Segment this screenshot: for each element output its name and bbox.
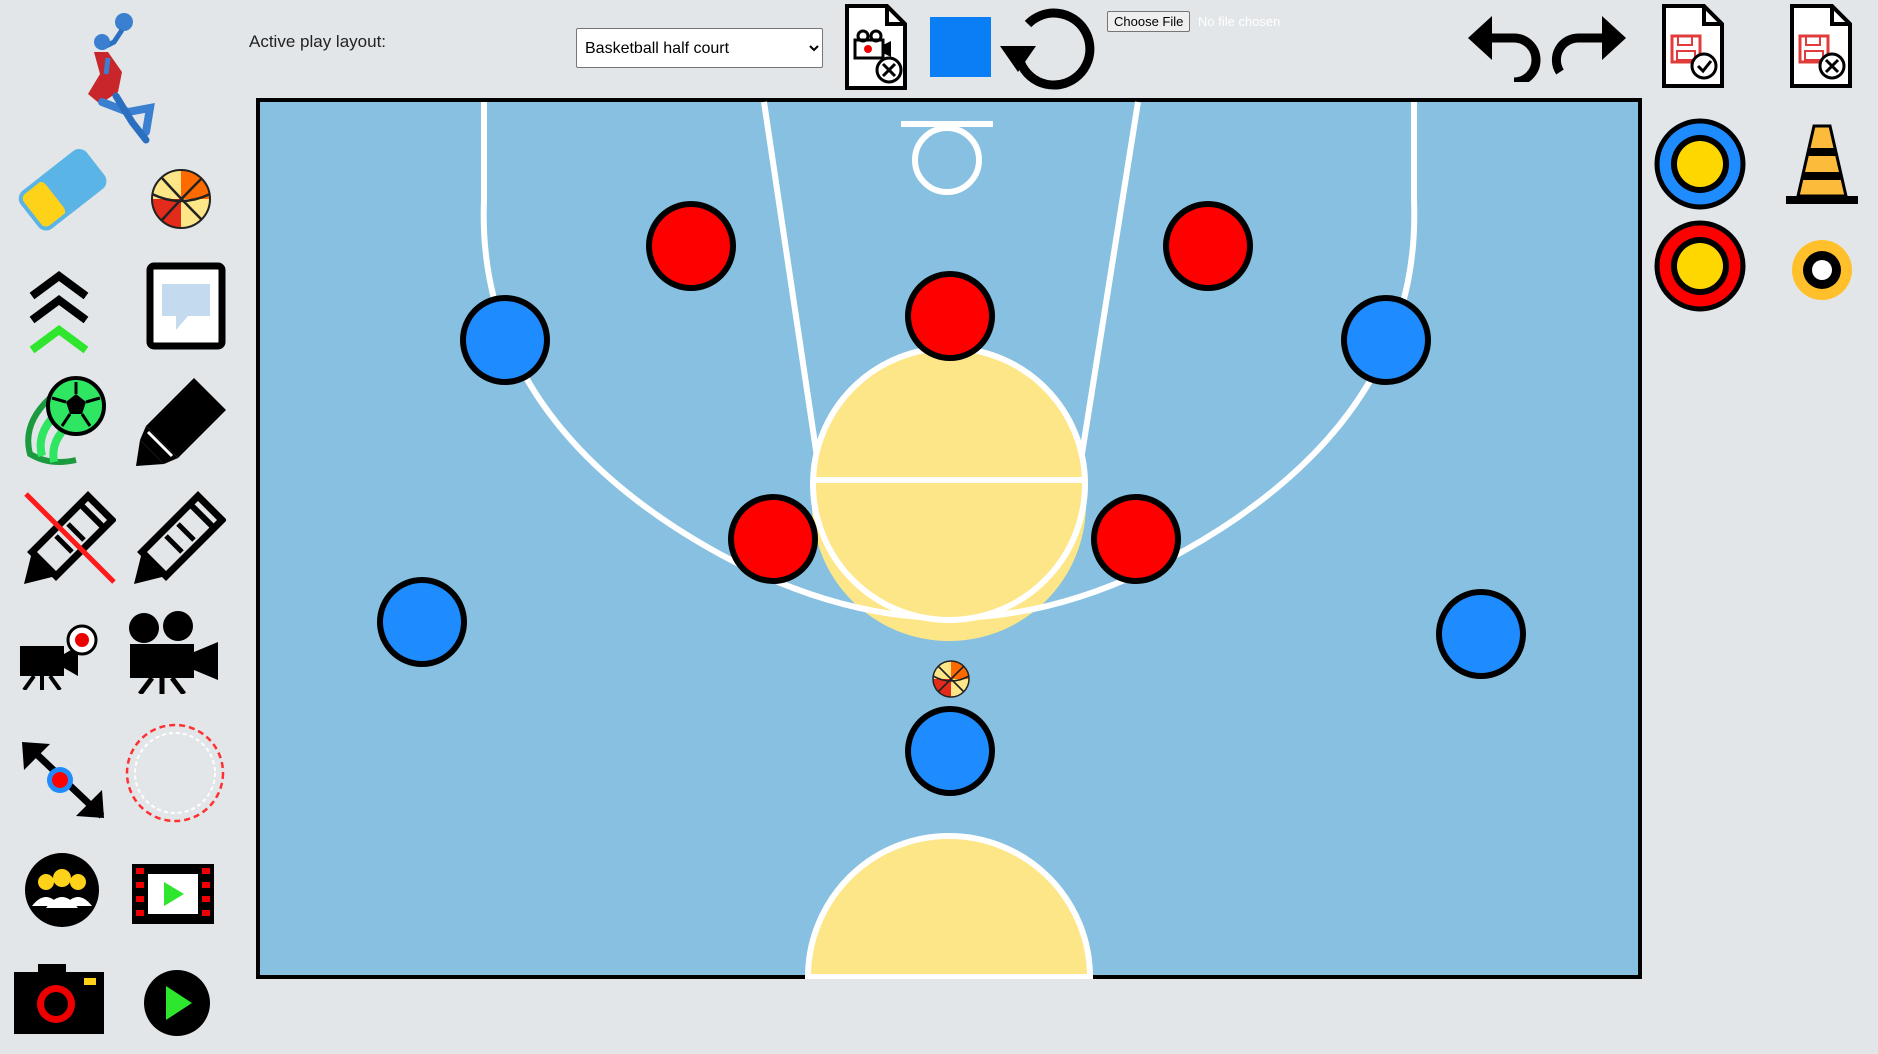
blue-player-token-icon xyxy=(1654,118,1746,210)
resize-tool[interactable] xyxy=(20,740,104,820)
zone-tool[interactable] xyxy=(124,722,226,824)
clear-video-button[interactable] xyxy=(843,2,909,92)
blue-player-token[interactable] xyxy=(460,295,550,385)
play-icon xyxy=(144,970,210,1036)
add-ring-marker-tool[interactable] xyxy=(1790,238,1854,302)
redo-icon xyxy=(1551,16,1626,75)
movie-camera-tool[interactable] xyxy=(124,610,220,694)
team-tool[interactable] xyxy=(24,852,100,928)
eraser-tool[interactable] xyxy=(14,146,110,232)
ring-marker-icon xyxy=(1792,240,1852,300)
move-forward-tool[interactable] xyxy=(28,268,90,358)
redo-button[interactable] xyxy=(1550,12,1626,82)
red-player-token[interactable] xyxy=(1163,201,1253,291)
kicked-ball-icon xyxy=(25,376,106,465)
add-cone-tool[interactable] xyxy=(1786,124,1858,206)
undo-icon xyxy=(1468,16,1541,82)
clear-video-doc-icon xyxy=(845,4,907,90)
blue-player-token[interactable] xyxy=(1341,295,1431,385)
snapshot-tool[interactable] xyxy=(14,964,104,1034)
add-ball-tool[interactable] xyxy=(150,168,212,230)
red-player-token[interactable] xyxy=(646,201,736,291)
choose-file-button[interactable]: Choose File xyxy=(1107,11,1191,32)
add-blue-player-tool[interactable] xyxy=(1654,118,1746,210)
film-play-icon xyxy=(132,864,214,924)
blue-player-token[interactable] xyxy=(1436,589,1526,679)
animation-tool[interactable] xyxy=(132,864,214,924)
dashed-circle-icon xyxy=(125,723,225,823)
app-logo xyxy=(72,12,162,146)
speech-bubble-icon xyxy=(146,262,226,350)
court-canvas[interactable] xyxy=(256,98,1642,980)
pencil-tool[interactable] xyxy=(132,490,226,586)
dunker-logo-icon xyxy=(88,13,155,144)
save-play-button[interactable] xyxy=(1660,2,1726,90)
no-draw-tool[interactable] xyxy=(22,490,116,586)
red-player-token[interactable] xyxy=(1091,494,1181,584)
pencil-icon xyxy=(134,491,226,584)
delete-save-doc-icon xyxy=(1790,4,1852,88)
marker-tool[interactable] xyxy=(134,374,230,468)
reset-button[interactable] xyxy=(998,2,1098,92)
record-tool[interactable] xyxy=(18,624,100,690)
camera-icon xyxy=(14,964,104,1034)
delete-play-button[interactable] xyxy=(1788,2,1854,90)
play-button[interactable] xyxy=(144,970,210,1036)
basketball-half-court xyxy=(256,98,1642,980)
no-pencil-icon xyxy=(24,491,116,584)
pass-tool[interactable] xyxy=(20,374,112,468)
color-swatch[interactable] xyxy=(930,17,991,77)
add-red-player-tool[interactable] xyxy=(1654,220,1746,312)
resize-arrows-icon xyxy=(22,742,104,819)
layout-select[interactable]: Basketball half court xyxy=(576,28,823,68)
eraser-icon xyxy=(18,149,107,231)
cone-icon xyxy=(1786,124,1858,204)
red-player-token[interactable] xyxy=(905,271,995,361)
movie-camera-icon xyxy=(129,611,218,694)
undo-button[interactable] xyxy=(1468,12,1544,82)
layout-label: Active play layout: xyxy=(249,32,387,51)
save-doc-icon xyxy=(1662,4,1724,88)
marker-icon xyxy=(136,378,226,466)
blue-player-token[interactable] xyxy=(377,577,467,667)
file-status-text: No file chosen xyxy=(1198,14,1281,29)
blue-player-token[interactable] xyxy=(905,706,995,796)
red-player-token-icon xyxy=(1654,220,1746,312)
red-player-token[interactable] xyxy=(728,494,818,584)
chevrons-up-icon xyxy=(29,271,89,354)
team-icon xyxy=(25,853,99,927)
basketball-icon xyxy=(151,169,211,229)
reset-rotate-icon xyxy=(1000,8,1095,90)
record-camera-icon xyxy=(20,624,98,690)
ball-token[interactable] xyxy=(932,660,970,698)
add-comment-tool[interactable] xyxy=(146,262,226,350)
